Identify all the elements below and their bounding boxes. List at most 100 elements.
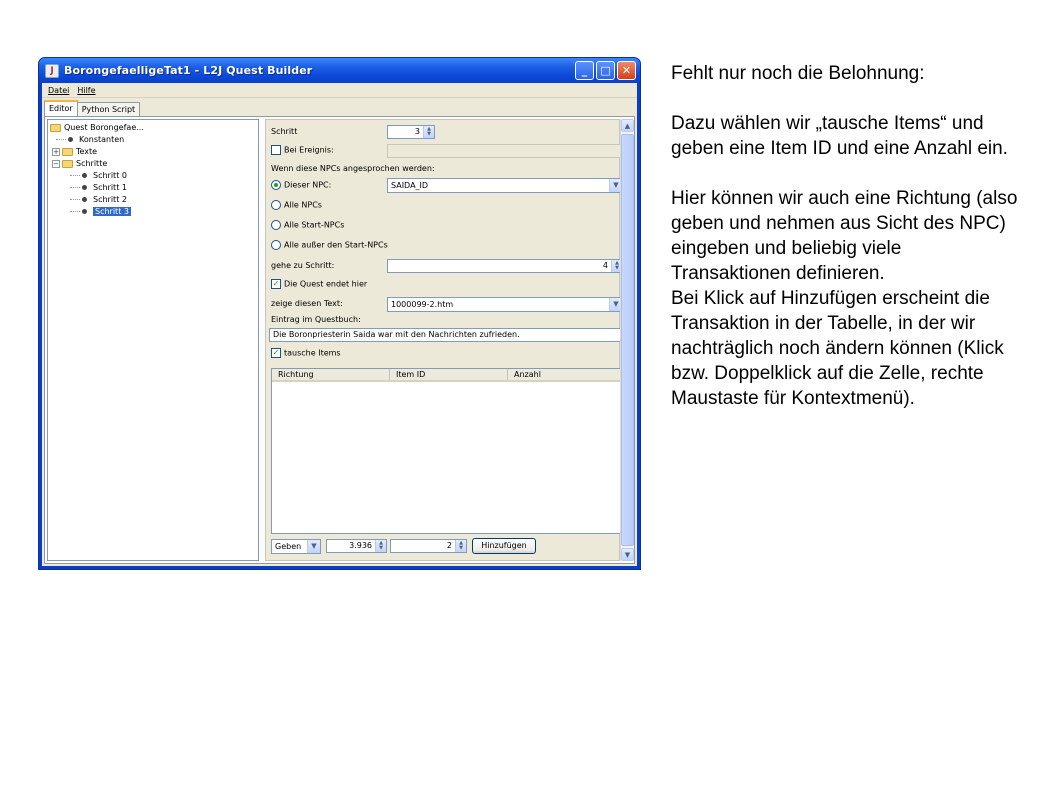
tree-item-schritt-1[interactable]: Schritt 1	[50, 182, 258, 194]
direction-select[interactable]: Geben ▼	[271, 539, 321, 554]
bei-ereignis-field	[387, 144, 621, 158]
tree-item-label: Schritt 1	[93, 183, 127, 192]
npc-select[interactable]: SAIDA_ID ▼	[387, 178, 623, 193]
tab-editor[interactable]: Editor	[44, 100, 78, 116]
menu-bar: Datei Hilfe	[42, 83, 637, 98]
leaf-bullet-icon	[82, 209, 87, 214]
scroll-thumb[interactable]	[621, 134, 634, 546]
column-richtung[interactable]: Richtung	[272, 369, 390, 380]
radio-alle-ausser-label: Alle außer den Start-NPCs	[284, 240, 388, 250]
spinner-arrows-icon[interactable]: ▲ ▼	[375, 540, 386, 552]
maximize-button[interactable]: □	[596, 61, 615, 80]
table-header: Richtung Item ID Anzahl	[272, 369, 622, 382]
quest-endet-label: Die Quest endet hier	[284, 279, 368, 289]
schritt-value: 3	[414, 127, 420, 136]
schritt-spinner[interactable]: 3 ▲ ▼	[387, 125, 435, 139]
column-item-id[interactable]: Item ID	[390, 369, 508, 380]
explanation-p3: Hier können wir auch eine Richtung (also…	[671, 188, 1018, 284]
radio-alle-npcs-row[interactable]: Alle NPCs	[271, 200, 322, 210]
explanation-p1: Fehlt nur noch die Belohnung:	[671, 63, 925, 84]
tree-item-konstanten[interactable]: Konstanten	[50, 134, 258, 146]
collapse-icon[interactable]: −	[52, 159, 60, 168]
tree-line	[70, 187, 80, 188]
expand-icon[interactable]: +	[52, 147, 60, 156]
eintrag-field[interactable]: Die Boronpriesterin Saida war mit den Na…	[269, 328, 623, 342]
tree-item-label: Konstanten	[79, 135, 125, 144]
transactions-table[interactable]: Richtung Item ID Anzahl	[271, 368, 623, 534]
tree-root-label: Quest Borongefae...	[64, 123, 144, 132]
menu-hilfe[interactable]: Hilfe	[73, 86, 99, 95]
scroll-down-icon[interactable]: ▼	[621, 548, 634, 561]
gehe-zu-label: gehe zu Schritt:	[271, 261, 335, 270]
spinner-arrows-icon[interactable]: ▲ ▼	[455, 540, 466, 552]
radio-alle-start-row[interactable]: Alle Start-NPCs	[271, 220, 344, 230]
title-bar[interactable]: J BorongefaelligeTat1 - L2J Quest Builde…	[39, 58, 640, 83]
zeige-text-label: zeige diesen Text:	[271, 299, 343, 308]
column-anzahl[interactable]: Anzahl	[508, 369, 622, 380]
radio-dieser-npc-label: Dieser NPC:	[284, 180, 332, 190]
leaf-bullet-icon	[82, 185, 87, 190]
radio-alle-ausser-row[interactable]: Alle außer den Start-NPCs	[271, 240, 388, 250]
direction-value: Geben	[275, 542, 302, 551]
tree-item-label: Schritte	[76, 159, 108, 168]
window-controls: _ □ ✕	[575, 61, 636, 80]
folder-open-icon	[50, 123, 61, 132]
step-form: Schritt 3 ▲ ▼ Bei Ereignis: Wenn diese NP…	[265, 119, 623, 561]
menu-datei[interactable]: Datei	[44, 86, 73, 95]
quest-endet-checkbox[interactable]: ✓	[271, 279, 281, 289]
tree-item-schritt-3[interactable]: Schritt 3	[50, 206, 258, 218]
leaf-bullet-icon	[82, 197, 87, 202]
item-id-spinner[interactable]: 3.936 ▲ ▼	[326, 539, 387, 553]
npc-select-value: SAIDA_ID	[391, 181, 429, 190]
spinner-arrows-icon[interactable]: ▲ ▼	[423, 126, 434, 138]
tree-line	[70, 211, 80, 212]
tab-bar: Editor Python Script	[42, 98, 637, 116]
tab-python-script[interactable]: Python Script	[76, 102, 141, 116]
explanation-text: Fehlt nur noch die Belohnung: Dazu wähle…	[671, 61, 1021, 411]
app-window: J BorongefaelligeTat1 - L2J Quest Builde…	[38, 57, 641, 570]
tree-item-label: Schritt 2	[93, 195, 127, 204]
bei-ereignis-checkbox[interactable]	[271, 145, 281, 155]
close-button[interactable]: ✕	[617, 61, 636, 80]
quest-tree[interactable]: Quest Borongefae... Konstanten + Texte − S…	[47, 119, 259, 561]
tree-item-schritt-0[interactable]: Schritt 0	[50, 170, 258, 182]
tausche-items-checkbox[interactable]: ✓	[271, 348, 281, 358]
add-button[interactable]: Hinzufügen	[472, 538, 536, 554]
item-id-value: 3.936	[349, 541, 372, 550]
radio-dieser-npc[interactable]	[271, 180, 281, 190]
chevron-down-icon[interactable]: ▼	[307, 540, 320, 553]
radio-alle-start-npcs[interactable]	[271, 220, 281, 230]
leaf-bullet-icon	[82, 173, 87, 178]
eintrag-label: Eintrag im Questbuch:	[271, 315, 361, 324]
tree-item-label: Schritt 0	[93, 171, 127, 180]
quest-endet-row[interactable]: ✓ Die Quest endet hier	[271, 279, 367, 289]
radio-alle-ausser-start-npcs[interactable]	[271, 240, 281, 250]
zeige-text-select[interactable]: 1000099-2.htm ▼	[387, 297, 623, 312]
tree-item-schritt-2[interactable]: Schritt 2	[50, 194, 258, 206]
minimize-button[interactable]: _	[575, 61, 594, 80]
explanation-p2: Dazu wählen wir „tausche Items“ und gebe…	[671, 113, 1008, 159]
scroll-up-icon[interactable]: ▲	[621, 119, 634, 132]
amount-value: 2	[446, 541, 452, 550]
npc-heading: Wenn diese NPCs angesprochen werden:	[271, 164, 435, 173]
form-scrollbar[interactable]: ▲ ▼	[620, 119, 634, 561]
tausche-items-label: tausche Items	[284, 348, 341, 358]
tree-line	[70, 175, 80, 176]
tree-item-schritte[interactable]: − Schritte	[50, 158, 258, 170]
gehe-zu-spinner[interactable]: 4 ▲ ▼	[387, 259, 623, 273]
radio-alle-npcs[interactable]	[271, 200, 281, 210]
folder-open-icon	[62, 159, 73, 168]
radio-dieser-npc-row[interactable]: Dieser NPC:	[271, 180, 331, 190]
tree-item-texte[interactable]: + Texte	[50, 146, 258, 158]
window-client: Datei Hilfe Editor Python Script Quest B…	[42, 83, 637, 566]
bei-ereignis-checkbox-row[interactable]: Bei Ereignis:	[271, 145, 334, 155]
java-app-icon: J	[45, 63, 59, 78]
editor-pane: Quest Borongefae... Konstanten + Texte − S…	[44, 116, 635, 564]
tree-line	[56, 139, 66, 140]
amount-spinner[interactable]: 2 ▲ ▼	[390, 539, 467, 553]
tausche-items-row[interactable]: ✓ tausche Items	[271, 348, 341, 358]
radio-alle-npcs-label: Alle NPCs	[284, 200, 322, 210]
tree-root[interactable]: Quest Borongefae...	[50, 122, 258, 134]
explanation-p4: Bei Klick auf Hinzufügen erscheint die T…	[671, 288, 1004, 409]
